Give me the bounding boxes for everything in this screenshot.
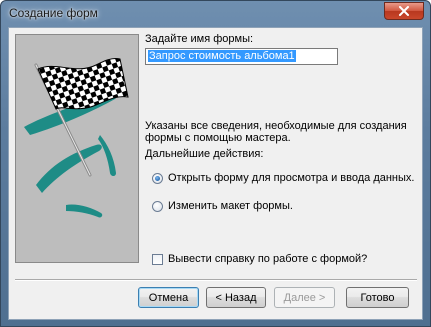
checkered-flag-icon xyxy=(24,58,129,218)
help-checkbox[interactable] xyxy=(152,254,163,265)
cancel-button-label: Отмена xyxy=(148,291,189,304)
next-button[interactable]: Далее > xyxy=(274,287,335,308)
title-bar[interactable]: Создание форм xyxy=(1,1,430,27)
finish-button-label: Готово xyxy=(360,291,395,304)
help-checkbox-label[interactable]: Вывести справку по работе с формой? xyxy=(168,253,367,265)
form-name-value: Запрос стоимость альбома1 xyxy=(148,50,296,62)
cancel-button[interactable]: Отмена xyxy=(138,287,199,308)
form-name-input[interactable]: Запрос стоимость альбома1 xyxy=(145,48,338,65)
back-button-label: < Назад xyxy=(215,291,257,304)
finish-button[interactable]: Готово xyxy=(346,287,409,308)
wizard-client-area: Задайте имя формы: Запрос стоимость альб… xyxy=(8,27,423,320)
next-button-label: Далее > xyxy=(283,291,326,304)
radio-modify-layout-label[interactable]: Изменить макет формы. xyxy=(168,200,293,212)
wizard-image-panel xyxy=(15,34,139,263)
dialog-window: Создание форм Задайте имя формы: Запрос … xyxy=(0,0,431,327)
form-name-label: Задайте имя формы: xyxy=(145,33,254,45)
radio-open-form-label[interactable]: Открыть форму для просмотра и ввода данн… xyxy=(168,172,414,184)
next-actions-label: Дальнейшие действия: xyxy=(145,148,264,160)
separator-line xyxy=(15,279,417,281)
info-text-line2: формы с помощью мастера. xyxy=(145,132,291,144)
info-text-line1: Указаны все сведения, необходимые для со… xyxy=(145,120,407,132)
close-icon xyxy=(399,6,409,16)
close-button[interactable] xyxy=(384,2,424,20)
back-button[interactable]: < Назад xyxy=(206,287,266,308)
window-title: Создание форм xyxy=(9,6,98,20)
radio-open-form[interactable] xyxy=(152,173,163,184)
radio-modify-layout[interactable] xyxy=(152,201,163,212)
